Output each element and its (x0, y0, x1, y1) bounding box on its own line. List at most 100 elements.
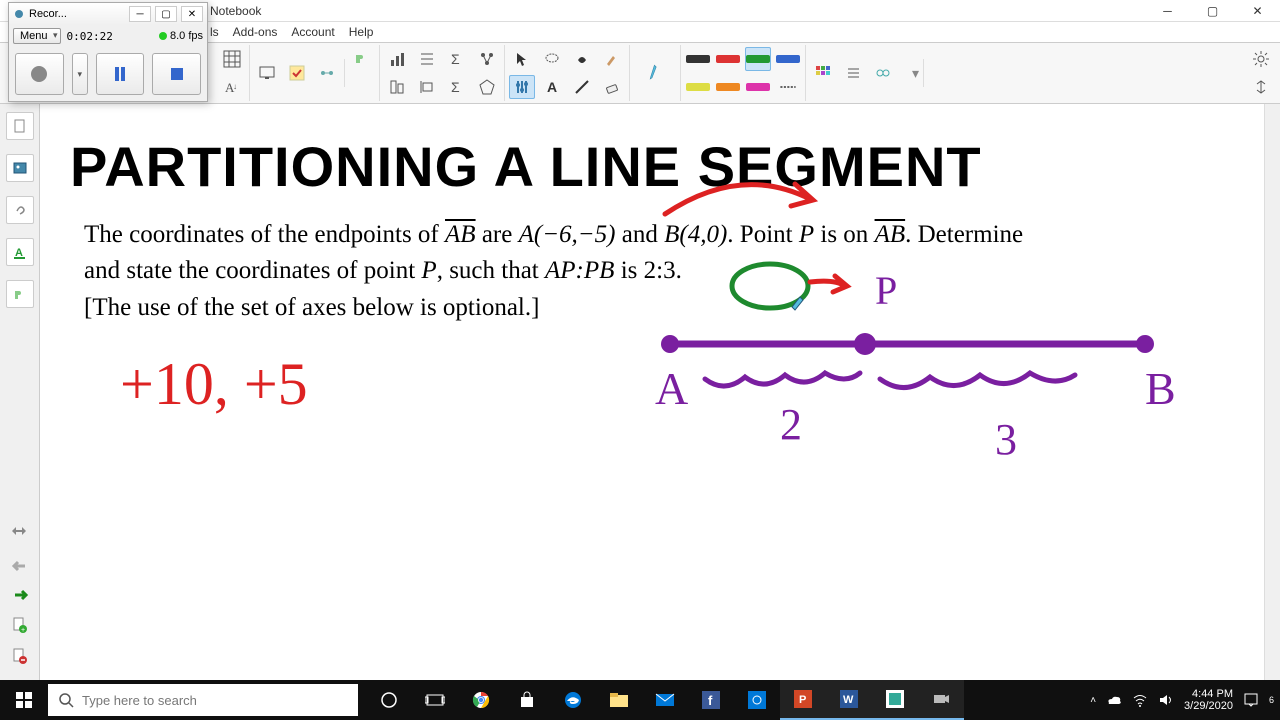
check-icon[interactable] (284, 61, 310, 85)
line-tool-icon[interactable] (569, 75, 595, 99)
puzzle-icon[interactable] (349, 47, 375, 71)
text-tool-icon[interactable]: A (539, 75, 565, 99)
explorer-icon[interactable] (596, 680, 642, 720)
facebook-icon[interactable]: f (688, 680, 734, 720)
eraser-icon[interactable] (599, 75, 625, 99)
volume-icon[interactable] (1158, 692, 1174, 708)
resize-h-icon[interactable] (10, 524, 30, 544)
powerpoint-icon[interactable]: P (780, 680, 826, 720)
recorder-min-button[interactable]: ─ (129, 6, 151, 22)
addon-tab-icon[interactable] (6, 280, 34, 308)
menu-item[interactable]: ls (210, 25, 219, 39)
brush-icon[interactable] (599, 47, 625, 71)
chrome-icon[interactable] (458, 680, 504, 720)
nodes-icon[interactable] (474, 47, 500, 71)
align-icon[interactable] (414, 47, 440, 71)
pen-yellow[interactable] (685, 75, 711, 99)
next-arrow-icon[interactable] (10, 587, 30, 606)
left-sidebar: A + (0, 104, 40, 680)
window-title: Notebook (210, 4, 1145, 18)
attach-tab-icon[interactable] (6, 196, 34, 224)
record-button[interactable] (15, 53, 64, 95)
start-button[interactable] (0, 680, 48, 720)
color-grid-icon[interactable] (810, 61, 836, 85)
tray-badge: 6 (1269, 695, 1274, 705)
scrollbar[interactable] (1264, 104, 1280, 680)
recorder-max-button[interactable]: ▢ (155, 6, 177, 22)
svg-text:↓: ↓ (233, 82, 237, 91)
pen-black[interactable] (685, 47, 711, 71)
menu-item[interactable]: Account (291, 25, 334, 39)
connector-icon[interactable] (314, 61, 340, 85)
gear-icon[interactable] (1248, 47, 1274, 71)
pen-red[interactable] (715, 47, 741, 71)
pen-orange[interactable] (715, 75, 741, 99)
table-icon[interactable] (219, 47, 245, 71)
photos-icon[interactable] (734, 680, 780, 720)
text-icon[interactable]: A↓ (219, 75, 245, 99)
pen-green[interactable] (745, 47, 771, 71)
search-box[interactable]: Type here to search (48, 684, 358, 716)
store-icon[interactable] (504, 680, 550, 720)
svg-text:3: 3 (995, 415, 1017, 464)
cortana-icon[interactable] (366, 680, 412, 720)
notification-icon[interactable] (1243, 692, 1259, 708)
page-del-icon[interactable] (11, 647, 29, 668)
clock[interactable]: 4:44 PM 3/29/2020 (1184, 688, 1233, 712)
lasso-icon[interactable] (539, 47, 565, 71)
svg-text:2: 2 (780, 400, 802, 449)
pen-magenta[interactable] (745, 75, 771, 99)
close-button[interactable]: ✕ (1235, 1, 1280, 21)
align3-icon[interactable] (414, 75, 440, 99)
svg-text:W: W (843, 694, 854, 706)
menu-item[interactable]: Add-ons (233, 25, 278, 39)
page-tab-icon[interactable] (6, 112, 34, 140)
recorder-menu-button[interactable]: Menu (13, 28, 61, 44)
pen-dash[interactable] (775, 75, 801, 99)
stop-button[interactable] (152, 53, 201, 95)
smart-notebook-icon[interactable] (872, 680, 918, 720)
tray-chevron-icon[interactable]: ˄ (1090, 695, 1096, 706)
mail-icon[interactable] (642, 680, 688, 720)
svg-text:+: + (21, 627, 25, 634)
pen-blue[interactable] (775, 47, 801, 71)
maximize-button[interactable]: ▢ (1190, 1, 1235, 21)
svg-text:A: A (655, 363, 688, 414)
list-icon[interactable] (840, 61, 866, 85)
page-add-icon[interactable]: + (11, 616, 29, 637)
onedrive-icon[interactable] (1106, 692, 1122, 708)
bar-chart-icon[interactable] (384, 47, 410, 71)
wifi-icon[interactable] (1132, 692, 1148, 708)
record-dropdown[interactable]: ▾ (72, 53, 88, 95)
pen-icon[interactable] (640, 51, 670, 95)
screen-icon[interactable] (254, 61, 280, 85)
recorder-task-icon[interactable] (918, 680, 964, 720)
recorder-window[interactable]: Recor... ─ ▢ ✕ Menu 0:02:22 8.0 fps ▾ (8, 2, 208, 102)
pause-button[interactable] (96, 53, 145, 95)
fill-icon[interactable] (569, 47, 595, 71)
properties-icon[interactable] (509, 75, 535, 99)
taskview-icon[interactable] (412, 680, 458, 720)
recorder-titlebar[interactable]: Recor... ─ ▢ ✕ (9, 3, 207, 25)
polygon-icon[interactable] (474, 75, 500, 99)
canvas[interactable]: PARTITIONING A LINE SEGMENT The coordina… (40, 104, 1280, 680)
recorder-close-button[interactable]: ✕ (181, 6, 203, 22)
recorder-title: Recor... (29, 8, 67, 20)
link-icon[interactable] (870, 61, 896, 85)
recorder-time: 0:02:22 (67, 30, 113, 43)
sigma2-icon[interactable]: Σ (444, 75, 470, 99)
edge-icon[interactable] (550, 680, 596, 720)
system-tray[interactable]: ˄ 4:44 PM 3/29/2020 6 (1090, 688, 1280, 712)
format-tab-icon[interactable]: A (6, 238, 34, 266)
pointer-icon[interactable] (509, 47, 535, 71)
svg-text:P: P (799, 694, 806, 706)
align2-icon[interactable] (384, 75, 410, 99)
sigma-icon[interactable]: Σ (444, 47, 470, 71)
spacer (349, 75, 375, 99)
gallery-tab-icon[interactable] (6, 154, 34, 182)
expand-icon[interactable] (1248, 75, 1274, 99)
menu-item[interactable]: Help (349, 25, 374, 39)
word-icon[interactable]: W (826, 680, 872, 720)
prev-arrow-icon[interactable] (10, 558, 30, 577)
minimize-button[interactable]: ─ (1145, 1, 1190, 21)
